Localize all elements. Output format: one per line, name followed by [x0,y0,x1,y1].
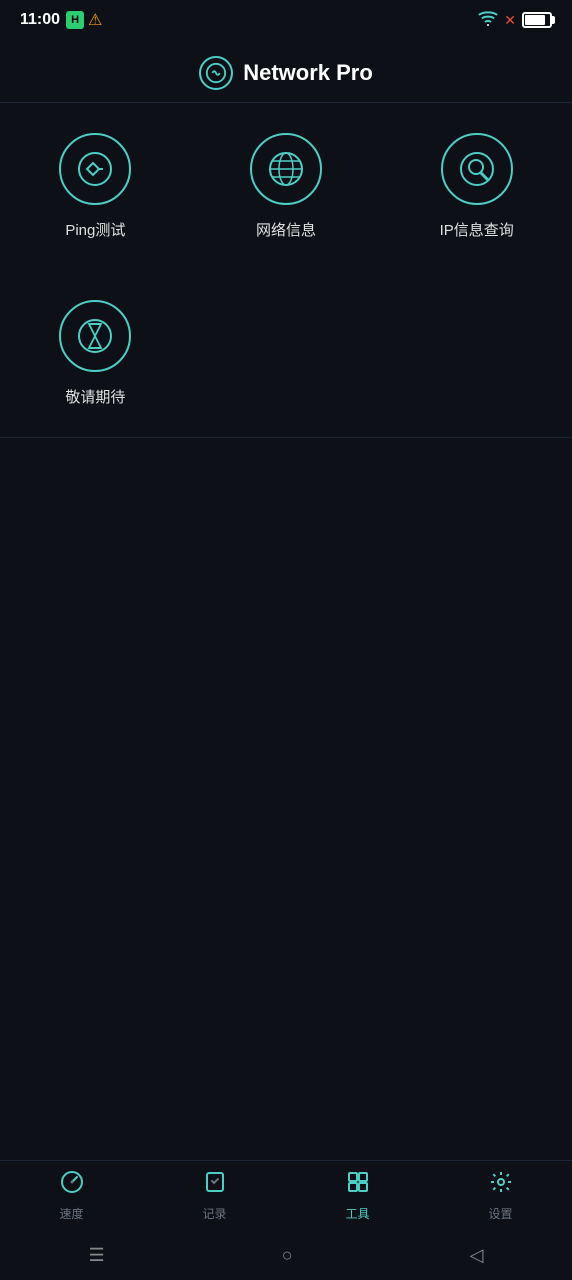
ip-lookup-item[interactable]: IP信息查询 [381,123,572,250]
nav-item-settings[interactable]: 设置 [429,1170,572,1222]
status-right: ✕ [478,10,552,31]
coming-soon-icon [59,300,131,372]
tool-grid-row-1: Ping测试 网络信息 [0,103,572,270]
system-back-button[interactable]: ◁ [470,1245,484,1266]
battery-icon [522,12,552,28]
status-icons: H ⚠ [66,10,102,30]
app-title: Network Pro [243,60,373,86]
status-left: 11:00 H ⚠ [20,10,102,30]
tool-grid-row-2: 敬请期待 [0,270,572,438]
main-content: Ping测试 网络信息 [0,103,572,438]
nav-settings-label: 设置 [488,1205,512,1222]
nav-speed-label: 速度 [59,1205,83,1222]
records-icon [203,1170,227,1200]
app-logo-icon [199,56,233,90]
ip-lookup-icon [441,133,513,205]
status-bar: 11:00 H ⚠ ✕ [0,0,572,40]
status-icon-h: H [66,11,84,29]
coming-soon-label: 敬请期待 [65,386,125,407]
ping-test-label: Ping测试 [65,219,125,240]
wifi-icon [478,10,498,31]
system-home-button[interactable]: ○ [282,1245,293,1266]
network-info-icon [250,133,322,205]
system-nav: ☰ ○ ◁ [0,1230,572,1280]
system-menu-button[interactable]: ☰ [89,1245,105,1266]
ping-icon [59,133,131,205]
coming-soon-item[interactable]: 敬请期待 [0,290,191,417]
battery-x-icon: ✕ [504,12,516,29]
tools-icon [346,1170,370,1200]
network-info-item[interactable]: 网络信息 [191,123,382,250]
status-time: 11:00 [20,11,60,29]
nav-item-speed[interactable]: 速度 [0,1170,143,1222]
nav-item-records[interactable]: 记录 [143,1170,286,1222]
warning-icon: ⚠ [88,10,102,30]
speed-icon [60,1170,84,1200]
app-header: Network Pro [0,40,572,103]
bottom-nav: 速度 记录 工具 设置 [0,1160,572,1230]
nav-records-label: 记录 [202,1205,226,1222]
settings-icon [489,1170,513,1200]
ip-lookup-label: IP信息查询 [440,219,514,240]
nav-item-tools[interactable]: 工具 [286,1170,429,1222]
nav-tools-label: 工具 [345,1205,369,1222]
ping-test-item[interactable]: Ping测试 [0,123,191,250]
network-info-label: 网络信息 [256,219,316,240]
